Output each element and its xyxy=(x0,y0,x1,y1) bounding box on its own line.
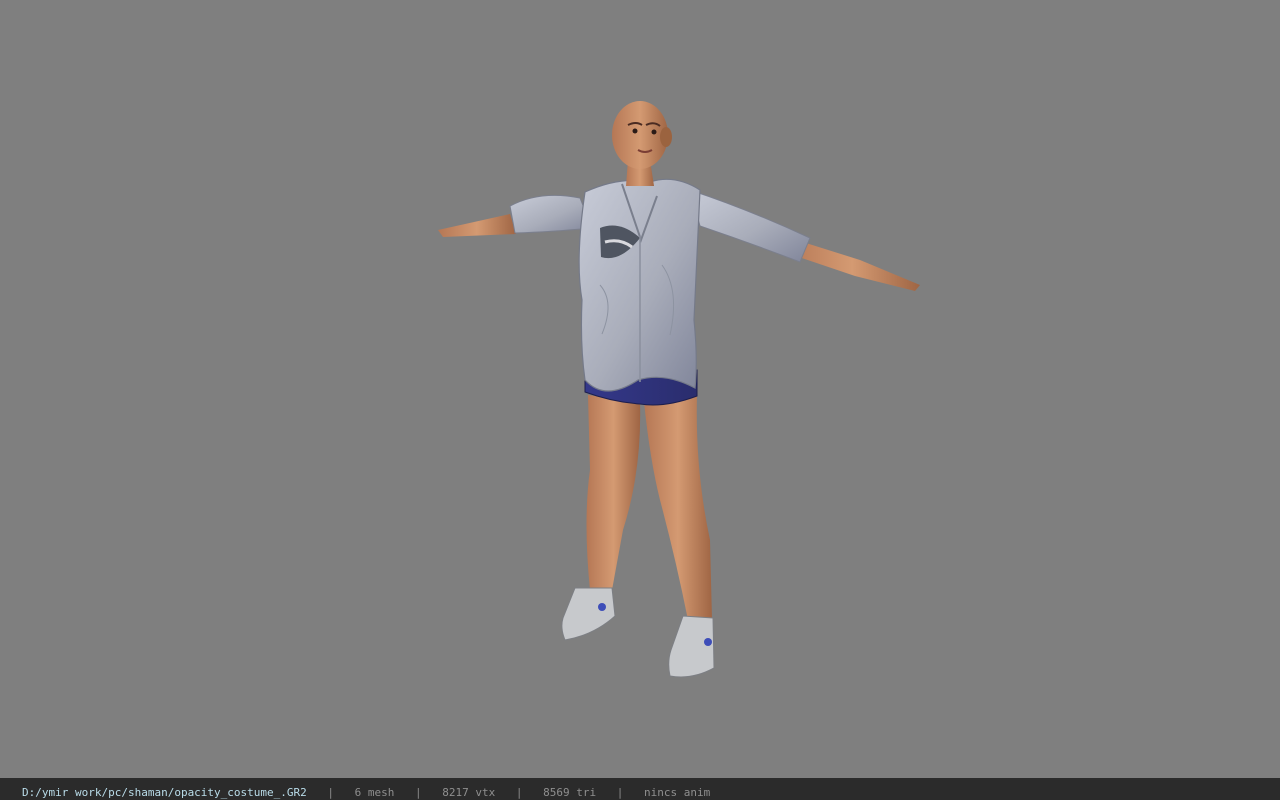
separator: | xyxy=(415,786,422,799)
separator: | xyxy=(616,786,624,799)
separator: | xyxy=(327,786,335,799)
vertex-count: 8217 vtx xyxy=(442,786,496,799)
head-neck xyxy=(612,101,672,186)
separator: | xyxy=(515,786,523,799)
mesh-count: 6 mesh xyxy=(354,786,395,799)
triangle-count: 8569 tri xyxy=(543,786,597,799)
3d-viewport[interactable] xyxy=(0,0,1280,778)
status-bar: D:/ymir work/pc/shaman/opacity_costume_.… xyxy=(0,778,1280,800)
right-arm xyxy=(689,189,920,291)
character-model-icon xyxy=(438,101,920,678)
legs xyxy=(586,395,712,620)
file-path: D:/ymir work/pc/shaman/opacity_costume_.… xyxy=(22,786,307,799)
left-arm xyxy=(438,194,593,237)
torso-shirt xyxy=(578,178,701,392)
animation-status: nincs anim xyxy=(644,786,711,799)
